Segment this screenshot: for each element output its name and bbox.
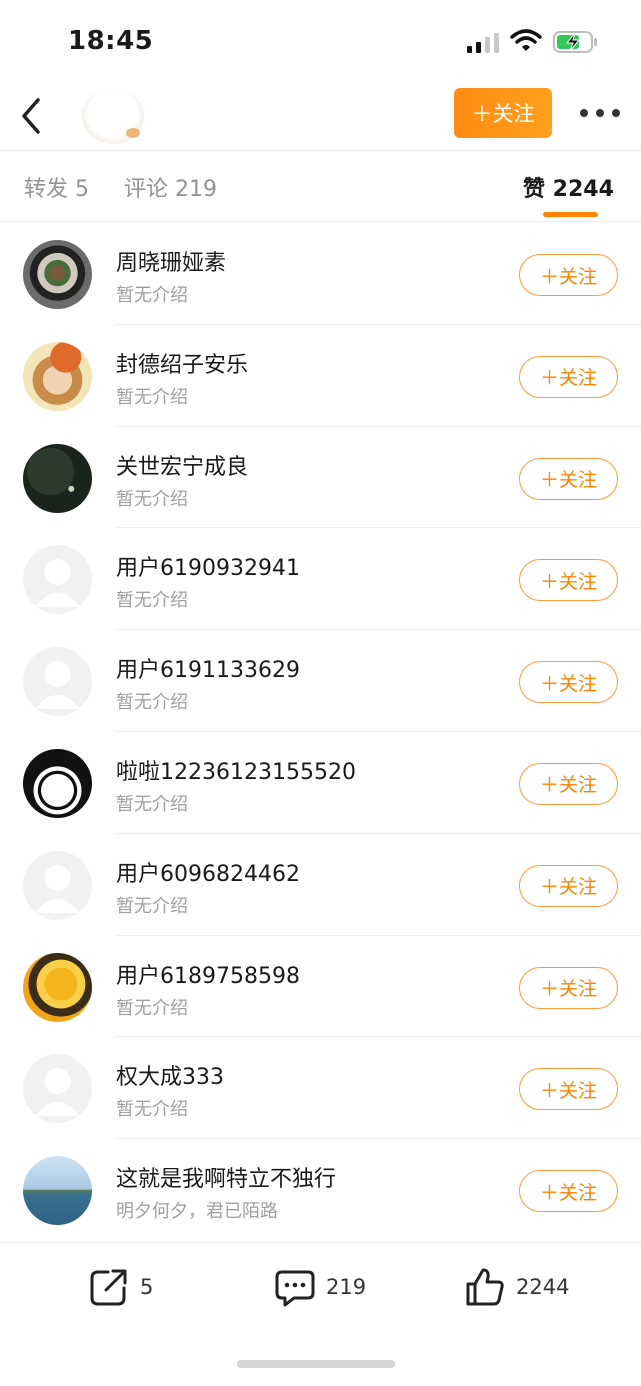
wifi-icon	[510, 29, 542, 51]
follow-button[interactable]: ＋关注	[519, 559, 618, 602]
active-tab-indicator	[543, 212, 598, 217]
follow-button[interactable]: ＋关注	[519, 1068, 618, 1111]
thumbs-up-icon	[466, 1268, 504, 1306]
repost-count: 5	[140, 1275, 154, 1299]
user-bio: 暂无介绍	[116, 590, 188, 612]
user-name[interactable]: 用户6191133629	[116, 652, 300, 684]
user-bio: 暂无介绍	[116, 488, 188, 510]
repost-icon	[90, 1269, 127, 1306]
follow-button[interactable]: ＋关注	[519, 762, 618, 805]
user-bio: 暂无介绍	[116, 997, 188, 1019]
home-indicator	[237, 1360, 395, 1368]
user-bio: 暂无介绍	[116, 895, 188, 917]
follow-button[interactable]: ＋关注	[519, 864, 618, 907]
avatar-badge	[126, 128, 140, 138]
avatar[interactable]	[23, 443, 92, 513]
comment-icon	[275, 1270, 315, 1307]
battery-charging-icon	[553, 31, 597, 53]
avatar[interactable]	[23, 1156, 92, 1226]
tab-comment[interactable]: 评论 219	[124, 171, 217, 203]
back-arrow-icon[interactable]	[18, 96, 44, 136]
user-name[interactable]: 周晓珊娅素	[116, 245, 226, 277]
user-bio: 暂无介绍	[116, 692, 188, 714]
list-item[interactable]: 用户6189758598 暂无介绍 ＋关注	[0, 936, 641, 1038]
user-name[interactable]: 用户6189758598	[116, 958, 300, 990]
more-options-icon[interactable]	[580, 106, 620, 120]
default-user-icon	[35, 864, 80, 913]
user-bio: 暂无介绍	[116, 386, 188, 408]
bottom-action-bar: 5 219 2244	[0, 1242, 641, 1330]
list-item[interactable]: 这就是我啊特立不独行 明夕何夕，君已陌路 ＋关注	[0, 1139, 641, 1241]
follow-button[interactable]: ＋关注	[519, 254, 618, 296]
list-item[interactable]: 关世宏宁成良 暂无介绍 ＋关注	[0, 427, 641, 529]
user-bio: 暂无介绍	[116, 1099, 188, 1121]
follow-button[interactable]: ＋关注	[519, 966, 618, 1009]
status-time: 18:45	[68, 26, 154, 56]
user-name[interactable]: 这就是我啊特立不独行	[116, 1161, 336, 1193]
like-count: 2244	[516, 1275, 570, 1299]
user-bio: 暂无介绍	[116, 793, 188, 815]
default-user-icon	[35, 559, 80, 608]
list-item[interactable]: 周晓珊娅素 暂无介绍 ＋关注	[0, 223, 641, 325]
follow-button[interactable]: ＋关注	[519, 355, 618, 398]
user-name[interactable]: 用户6190932941	[116, 550, 300, 582]
follow-button[interactable]: ＋关注	[519, 457, 618, 500]
list-item[interactable]: 权大成333 暂无介绍 ＋关注	[0, 1037, 641, 1140]
user-name[interactable]: 用户6096824462	[116, 856, 300, 888]
default-user-icon	[35, 1068, 80, 1117]
user-name[interactable]: 关世宏宁成良	[116, 449, 248, 481]
follow-button[interactable]: ＋关注	[519, 661, 618, 704]
tab-like[interactable]: 赞 2244	[523, 171, 614, 203]
list-item[interactable]: 用户6096824462 暂无介绍 ＋关注	[0, 834, 641, 936]
list-item[interactable]: 啦啦12236123155520 暂无介绍 ＋关注	[0, 732, 641, 834]
user-bio: 暂无介绍	[116, 285, 188, 306]
list-item[interactable]: 封德绍子安乐 暂无介绍 ＋关注	[0, 325, 641, 427]
cellular-signal-icon	[467, 33, 499, 53]
like-button[interactable]: 2244	[464, 1265, 569, 1309]
default-user-icon	[35, 661, 80, 710]
list-item[interactable]: 用户6191133629 暂无介绍 ＋关注	[0, 630, 641, 732]
nav-bar: ＋关注	[0, 86, 641, 150]
avatar[interactable]	[23, 341, 92, 411]
user-name[interactable]: 封德绍子安乐	[116, 347, 248, 379]
avatar[interactable]	[23, 1054, 92, 1124]
avatar[interactable]	[23, 952, 92, 1022]
user-name[interactable]: 权大成333	[116, 1059, 224, 1091]
interaction-tabs: 转发 5 评论 219 赞 2244	[0, 150, 641, 222]
comment-button[interactable]: 219	[274, 1265, 366, 1309]
comment-count: 219	[326, 1275, 367, 1299]
avatar[interactable]	[23, 545, 92, 615]
liked-users-list: 周晓珊娅素 暂无介绍 ＋关注 封德绍子安乐 暂无介绍 ＋关注 关世宏宁成良 暂无…	[0, 223, 641, 1241]
repost-button[interactable]: 5	[88, 1265, 153, 1309]
list-item[interactable]: 用户6190932941 暂无介绍 ＋关注	[0, 528, 641, 631]
author-avatar[interactable]	[82, 88, 144, 144]
follow-button[interactable]: ＋关注	[519, 1170, 618, 1213]
user-name[interactable]: 啦啦12236123155520	[116, 754, 356, 786]
avatar[interactable]	[23, 240, 92, 309]
avatar[interactable]	[23, 748, 92, 818]
tab-repost[interactable]: 转发 5	[24, 171, 89, 203]
avatar[interactable]	[23, 850, 92, 920]
avatar[interactable]	[23, 647, 92, 717]
follow-author-button[interactable]: ＋关注	[454, 88, 552, 138]
user-bio: 明夕何夕，君已陌路	[116, 1201, 278, 1223]
status-bar: 18:45	[0, 0, 641, 86]
